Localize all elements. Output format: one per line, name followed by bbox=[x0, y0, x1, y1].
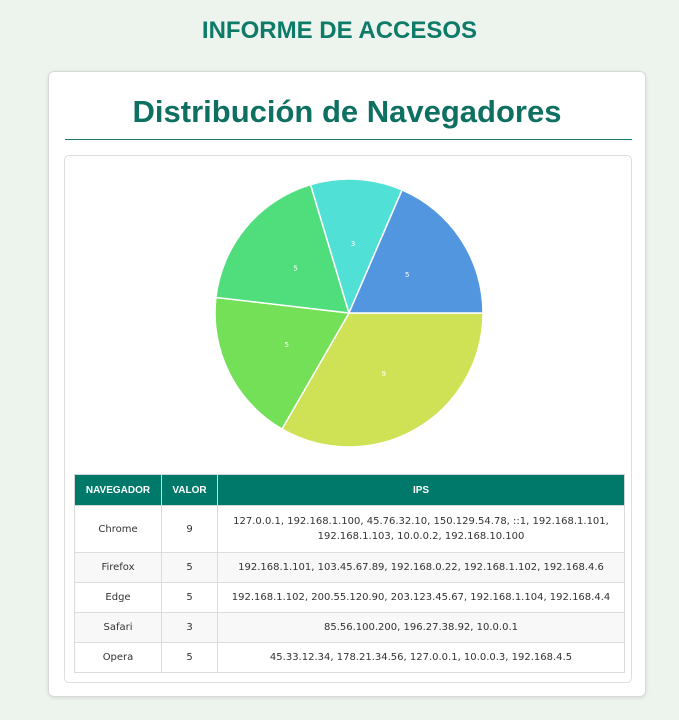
table-row: Firefox 5 192.168.1.101, 103.45.67.89, 1… bbox=[74, 552, 625, 583]
cell-valor: 9 bbox=[161, 505, 218, 553]
pie-value-label-firefox: 5 bbox=[284, 341, 288, 349]
chart-title: Distribución de Navegadores bbox=[132, 94, 562, 129]
table-row: Opera 5 45.33.12.34, 178.21.34.56, 127.0… bbox=[74, 642, 625, 673]
browser-ip-table: NAVEGADOR VALOR IPS Chrome 9 127.0.0.1, … bbox=[74, 474, 625, 673]
page-title: INFORME DE ACCESOS bbox=[201, 17, 478, 44]
cell-navegador: Opera bbox=[74, 642, 162, 673]
cell-valor: 5 bbox=[161, 642, 218, 673]
chart-panel: 95535 NAVEGADOR VALOR IPS Chrome 9 127.0… bbox=[64, 155, 632, 683]
pie-value-label-edge: 5 bbox=[293, 265, 297, 273]
cell-ips: 192.168.1.102, 200.55.120.90, 203.123.45… bbox=[217, 582, 625, 613]
table-row: Edge 5 192.168.1.102, 200.55.120.90, 203… bbox=[74, 582, 625, 613]
cell-valor: 5 bbox=[161, 582, 218, 613]
cell-navegador: Safari bbox=[74, 612, 162, 643]
cell-valor: 5 bbox=[161, 552, 218, 583]
pie-value-label-opera: 5 bbox=[405, 271, 409, 279]
table-row: Chrome 9 127.0.0.1, 192.168.1.100, 45.76… bbox=[74, 505, 625, 553]
pie-chart: 9 5 5 3 5 bbox=[214, 178, 484, 448]
chart-card: Distribución de Navegadores 95535 NAVEGA… bbox=[48, 71, 646, 697]
table-row: Safari 3 85.56.100.200, 196.27.38.92, 10… bbox=[74, 612, 625, 643]
cell-ips: 127.0.0.1, 192.168.1.100, 45.76.32.10, 1… bbox=[217, 505, 625, 553]
cell-navegador: Chrome bbox=[74, 505, 162, 553]
cell-navegador: Firefox bbox=[74, 552, 162, 583]
cell-valor: 3 bbox=[161, 612, 218, 643]
header-ips: IPS bbox=[217, 474, 625, 506]
header-navegador: NAVEGADOR bbox=[74, 474, 162, 506]
cell-ips: 45.33.12.34, 178.21.34.56, 127.0.0.1, 10… bbox=[217, 642, 625, 673]
pie-value-label-safari: 3 bbox=[351, 240, 355, 248]
title-divider bbox=[65, 139, 632, 140]
header-valor: VALOR bbox=[161, 474, 218, 506]
table-header-row: NAVEGADOR VALOR IPS bbox=[74, 474, 625, 506]
pie-value-label-chrome: 9 bbox=[382, 370, 386, 378]
cell-ips: 85.56.100.200, 196.27.38.92, 10.0.0.1 bbox=[217, 612, 625, 643]
cell-navegador: Edge bbox=[74, 582, 162, 613]
cell-ips: 192.168.1.101, 103.45.67.89, 192.168.0.2… bbox=[217, 552, 625, 583]
